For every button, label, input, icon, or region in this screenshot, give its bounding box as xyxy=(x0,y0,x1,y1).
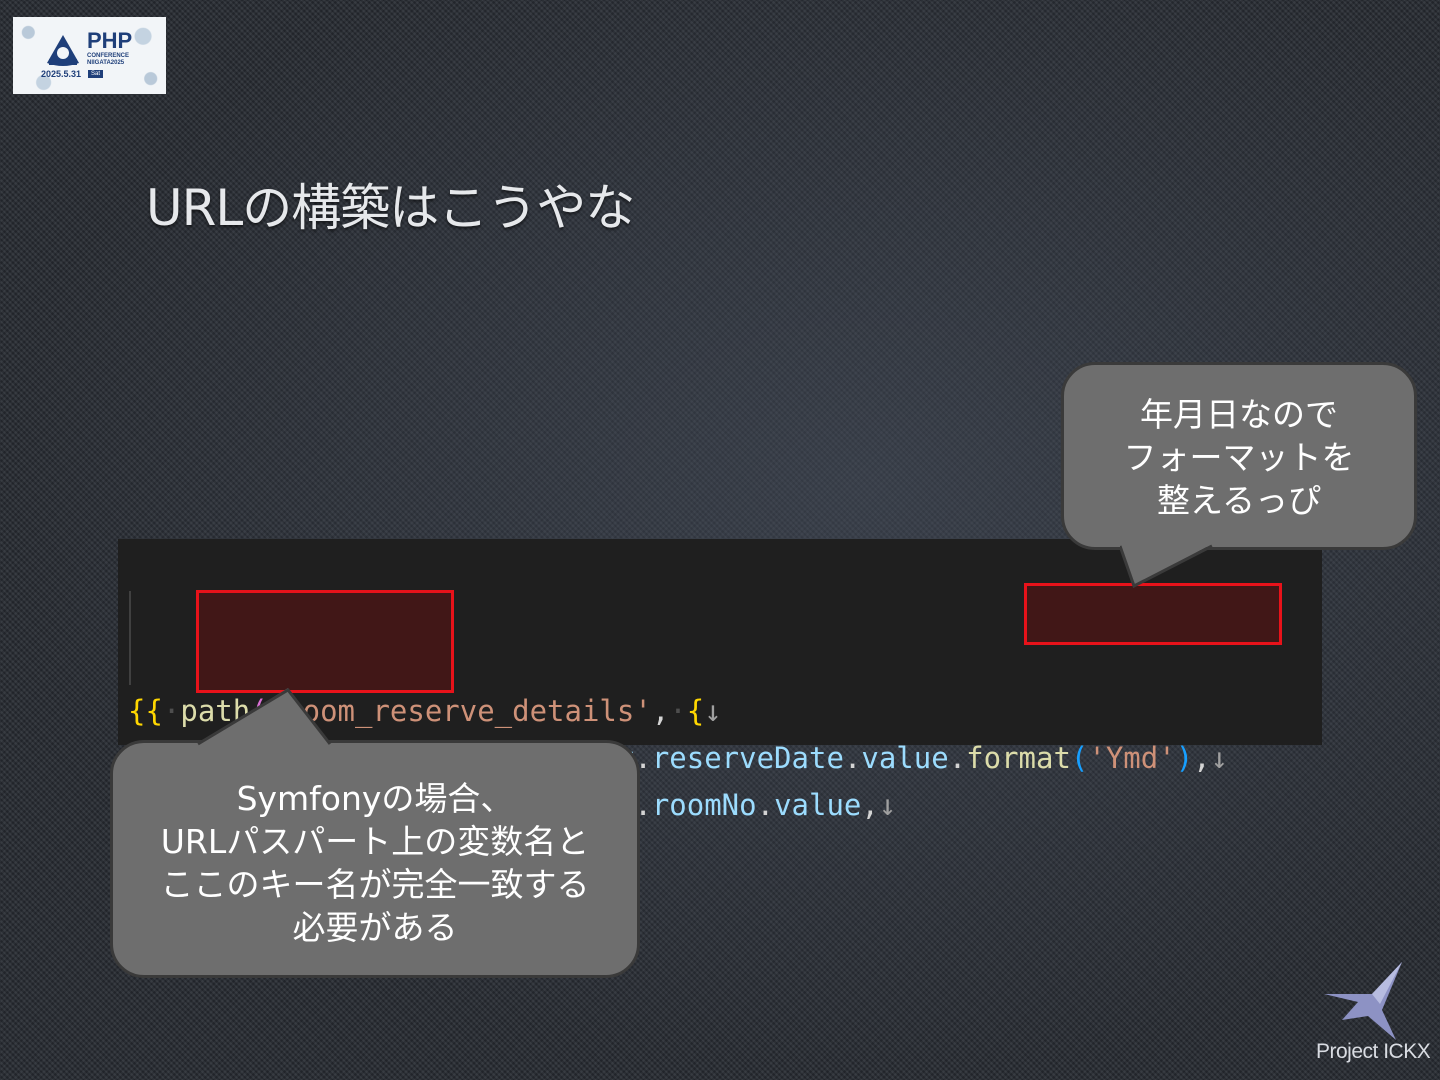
code-token: ↓ xyxy=(878,788,897,822)
callout-key-text: Symfonyの場合、 URLパスパート上の変数名と ここのキー名が完全一致する… xyxy=(160,779,590,947)
slide-title: URLの構築はこうやな xyxy=(146,179,635,237)
highlight-keys-box xyxy=(196,590,454,693)
code-token: · xyxy=(669,694,687,728)
code-token: ( xyxy=(1070,741,1089,775)
highlight-format-box xyxy=(1024,583,1282,645)
code-token: , xyxy=(651,694,670,728)
logo-date: 2025.5.31 xyxy=(41,69,82,79)
callout-key-note: Symfonyの場合、 URLパスパート上の変数名と ここのキー名が完全一致する… xyxy=(110,740,640,978)
code-token: . xyxy=(843,741,862,775)
code-token: ) xyxy=(1175,741,1194,775)
conference-logo: PHP CONFERENCE NIIGATA2025 2025.5.31 Sat xyxy=(13,17,166,94)
code-token: , xyxy=(861,788,879,822)
logo-subtitle: CONFERENCE NIIGATA2025 xyxy=(87,53,129,67)
code-token: . xyxy=(948,741,967,775)
code-token: ↓ xyxy=(704,694,722,728)
callout-key-tail xyxy=(196,688,332,746)
project-ickx-logo-icon xyxy=(1324,962,1402,1040)
logo-sub-line2: NIIGATA2025 xyxy=(87,60,125,66)
logo-php-text: PHP xyxy=(87,28,133,53)
code-token: reserveDate xyxy=(651,741,844,775)
onigiri-mascot-icon xyxy=(47,35,79,66)
callout-format-tail xyxy=(1120,544,1213,588)
callout-format-note: 年月日なので フォーマットを 整えるっぴ xyxy=(1061,362,1417,550)
callout-format-text: 年月日なので フォーマットを 整えるっぴ xyxy=(1123,395,1355,520)
code-token: ↓ xyxy=(1210,741,1229,775)
logo-day-badge: Sat xyxy=(88,70,104,78)
code-token: value xyxy=(861,741,949,775)
code-token: . xyxy=(756,788,775,822)
code-token: {{ xyxy=(128,694,163,728)
code-token: , xyxy=(1193,741,1211,775)
code-token: · xyxy=(162,694,181,728)
brand-name: Project ICKX xyxy=(1316,1040,1431,1063)
code-token: roomNo xyxy=(651,788,757,822)
code-token: format xyxy=(966,741,1071,775)
code-token: 'Ymd' xyxy=(1088,741,1176,775)
logo-sub-line1: CONFERENCE xyxy=(87,53,130,59)
indent-guide xyxy=(129,591,131,685)
code-token: { xyxy=(686,694,705,728)
code-token: value xyxy=(774,788,862,822)
